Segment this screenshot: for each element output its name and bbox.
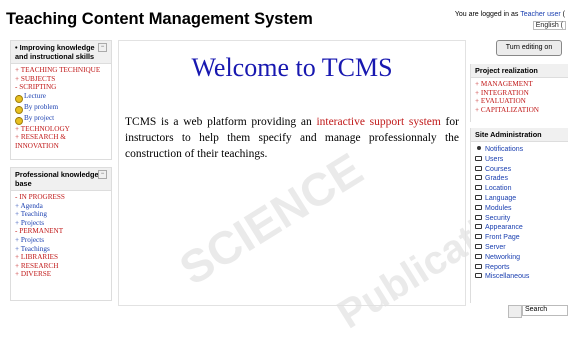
welcome-heading: Welcome to TCMS — [191, 53, 393, 82]
menu-item[interactable]: + TECHNOLOGY — [15, 125, 107, 134]
menu-item[interactable]: + Projects — [15, 219, 107, 228]
login-user-link[interactable]: Teacher user — [520, 11, 560, 18]
folder-icon — [475, 234, 482, 240]
menu-item[interactable]: - PERMANENT — [15, 227, 107, 236]
menu-item[interactable]: + MANAGEMENT — [475, 80, 565, 89]
search-button[interactable]: Search — [522, 305, 568, 316]
collapse-icon[interactable]: − — [98, 43, 107, 52]
menu-item[interactable]: + CAPITALIZATION — [475, 106, 565, 115]
folder-icon — [475, 243, 482, 249]
admin-item-server[interactable]: Server — [475, 243, 565, 253]
block-title: • Improving knowledge and instructional … — [11, 41, 111, 64]
language-select[interactable]: English ( — [532, 21, 566, 30]
menu-item[interactable]: - IN PROGRESS — [15, 193, 107, 202]
admin-item-notifications[interactable]: Notifications — [475, 145, 565, 155]
menu-item[interactable]: + RESEARCH — [15, 262, 107, 271]
admin-item-networking[interactable]: Networking — [475, 253, 565, 263]
header: Teaching Content Management System You a… — [0, 0, 568, 34]
block-professional-knowledge: Professional knowledge base − - IN PROGR… — [10, 167, 112, 301]
block-list: + TEACHING TECHNIQUE + SUBJECTS - SCRIPT… — [11, 64, 111, 153]
folder-icon — [475, 185, 482, 191]
menu-item[interactable]: + INTEGRATION — [475, 89, 565, 98]
folder-icon — [475, 194, 482, 200]
admin-list: Notifications Users Courses Grades Locat… — [471, 142, 568, 284]
menu-item[interactable]: + TEACHING TECHNIQUE — [15, 66, 107, 75]
admin-item-security[interactable]: Security — [475, 214, 565, 224]
block-improving-knowledge: • Improving knowledge and instructional … — [10, 40, 112, 160]
block-project-realization: Project realization + MANAGEMENT + INTEG… — [470, 64, 568, 122]
menu-item[interactable]: + RESEARCH & INNOVATION — [15, 133, 107, 150]
block-title: Professional knowledge base − — [11, 168, 111, 191]
admin-item-reports[interactable]: Reports — [475, 263, 565, 273]
site-title: Teaching Content Management System — [6, 10, 313, 28]
folder-icon — [475, 204, 482, 210]
menu-item[interactable]: + EVALUATION — [475, 97, 565, 106]
folder-icon — [475, 263, 482, 269]
menu-item[interactable]: + LIBRARIES — [15, 253, 107, 262]
menu-item[interactable]: - SCRIPTING — [15, 83, 107, 92]
folder-icon — [475, 214, 482, 220]
folder-icon — [475, 273, 482, 279]
smiley-icon: ˘ — [15, 94, 23, 103]
folder-icon — [475, 253, 482, 259]
menu-item[interactable]: ˘ By project — [15, 114, 107, 125]
bullet-icon — [477, 146, 481, 150]
admin-item-front-page[interactable]: Front Page — [475, 233, 565, 243]
block-list: - IN PROGRESS + Agenda + Teaching + Proj… — [11, 191, 111, 281]
search-field-left[interactable] — [508, 305, 522, 318]
block-title: Project realization — [471, 64, 568, 78]
menu-item[interactable]: + Teaching — [15, 210, 107, 219]
menu-item[interactable]: + Projects — [15, 236, 107, 245]
block-list: + MANAGEMENT + INTEGRATION + EVALUATION … — [471, 78, 568, 116]
block-site-administration: Site Administration Notifications Users … — [470, 128, 568, 303]
admin-item-grades[interactable]: Grades — [475, 174, 565, 184]
turn-editing-on-button[interactable]: Turn editing on — [496, 40, 562, 56]
smiley-icon: ˘ — [15, 116, 23, 125]
folder-icon — [475, 224, 482, 230]
menu-item[interactable]: + DIVERSE — [15, 270, 107, 279]
menu-item[interactable]: ˘ Lecture — [15, 92, 107, 103]
folder-icon — [475, 155, 482, 161]
menu-item[interactable]: + Teachings — [15, 245, 107, 254]
intro-highlight: interactive support system — [316, 116, 441, 128]
block-title: Site Administration — [471, 128, 568, 142]
intro-text: TCMS is a web platform providing an inte… — [125, 116, 459, 160]
admin-item-miscellaneous[interactable]: Miscellaneous — [475, 272, 565, 282]
admin-item-modules[interactable]: Modules — [475, 204, 565, 214]
admin-item-courses[interactable]: Courses — [475, 165, 565, 175]
login-info: You are logged in as Teacher user ( — [455, 11, 565, 18]
login-suffix: ( — [562, 11, 565, 18]
menu-item[interactable]: + Agenda — [15, 202, 107, 211]
collapse-icon[interactable]: − — [98, 170, 107, 179]
login-prefix: You are logged in as — [454, 11, 519, 18]
smiley-icon: ˘ — [15, 105, 23, 114]
menu-item[interactable]: ˘ By problem — [15, 103, 107, 114]
menu-item[interactable]: + SUBJECTS — [15, 75, 107, 84]
main-content: Welcome to TCMS TCMS is a web platform p… — [118, 40, 466, 306]
folder-icon — [475, 165, 482, 171]
admin-item-appearance[interactable]: Appearance — [475, 223, 565, 233]
admin-item-language[interactable]: Language — [475, 194, 565, 204]
folder-icon — [475, 175, 482, 181]
admin-item-location[interactable]: Location — [475, 184, 565, 194]
admin-item-users[interactable]: Users — [475, 155, 565, 165]
